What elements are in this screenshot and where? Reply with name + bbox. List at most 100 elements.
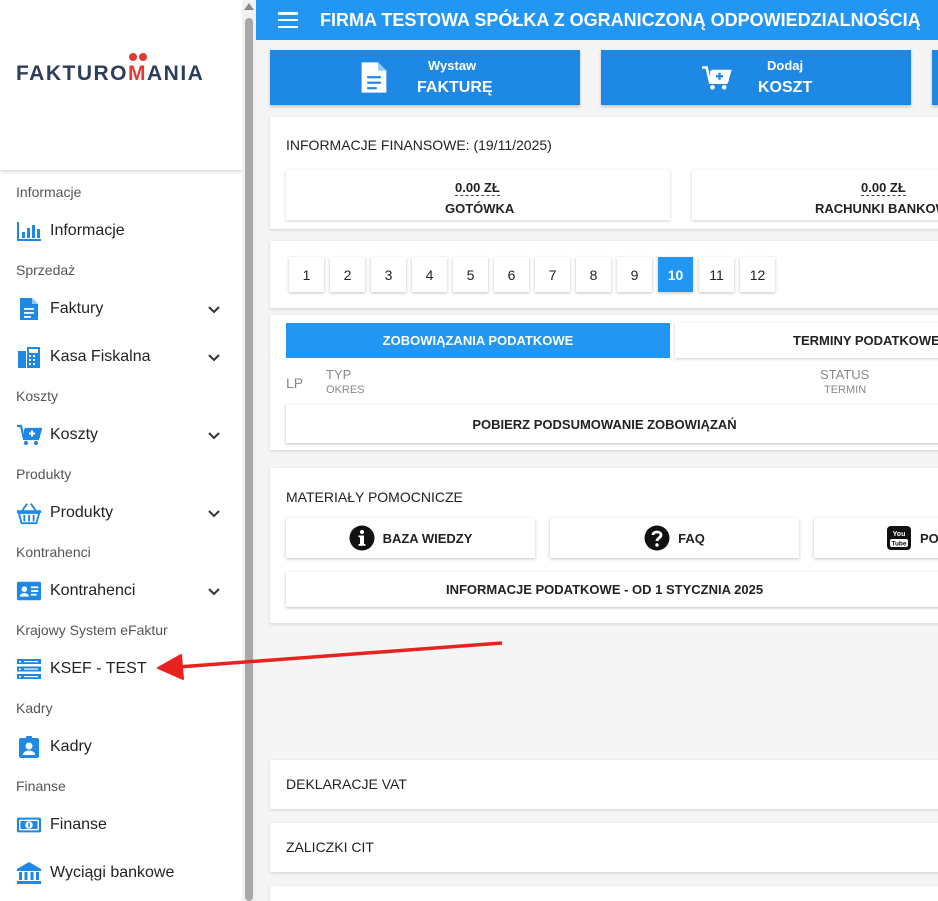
- month-button[interactable]: 3: [371, 257, 406, 292]
- youtube-icon: You Tube: [886, 525, 912, 551]
- knowledge-base-button[interactable]: BAZA WIEDZY: [286, 518, 535, 558]
- issue-invoice-button[interactable]: Wystaw FAKTURĘ: [270, 50, 580, 105]
- sidebar-item-produkty[interactable]: Produkty: [16, 496, 228, 530]
- chevron-down-icon[interactable]: [206, 427, 222, 443]
- sidebar-item-kadry[interactable]: Kadry: [16, 730, 228, 764]
- add-cost-button[interactable]: Dodaj KOSZT: [601, 50, 911, 105]
- add-cost-line1: Dodaj: [767, 58, 804, 73]
- bank-accounts-tile[interactable]: 0.00 ZŁ RACHUNKI BANKOW: [692, 170, 938, 220]
- month-button[interactable]: 1: [289, 257, 324, 292]
- bank-amount: 0.00 ZŁ: [861, 180, 906, 196]
- help-materials-card: MATERIAŁY POMOCNICZE BAZA WIEDZY FAQ You…: [270, 468, 938, 623]
- sidebar-item-label: KSEF - TEST: [50, 660, 147, 677]
- sidebar-item-label: Kasa Fiskalna: [50, 348, 151, 365]
- scroll-up-arrow-icon[interactable]: [244, 3, 254, 10]
- sidebar-item-kontrahenci[interactable]: Kontrahenci: [16, 574, 228, 608]
- person-badge-icon: [16, 734, 42, 760]
- document-icon: [16, 296, 42, 322]
- sidebar-item-finanse[interactable]: Finanse: [16, 808, 228, 842]
- vat-declarations-accordion[interactable]: DEKLARACJE VAT: [270, 760, 938, 809]
- logo-dot-icon: [129, 53, 137, 61]
- section-title-produkty: Produkty: [16, 466, 72, 482]
- section-title-kontrahenci: Kontrahenci: [16, 544, 91, 560]
- sidebar-item-label: Koszty: [50, 426, 99, 443]
- sidebar-item-koszty[interactable]: Koszty: [16, 418, 228, 452]
- sidebar-item-label: Wyciągi bankowe: [50, 864, 175, 881]
- cash-amount: 0.00 ZŁ: [455, 180, 500, 196]
- cit-advances-accordion[interactable]: ZALICZKI CIT: [270, 823, 938, 872]
- bar-chart-icon: [16, 218, 42, 244]
- svg-text:You: You: [893, 531, 906, 538]
- info-icon: [349, 525, 375, 551]
- section-title-finanse: Finanse: [16, 778, 66, 794]
- hamburger-menu-icon[interactable]: [278, 12, 298, 28]
- column-header-status: STATUS: [820, 367, 870, 382]
- logo-m: M: [128, 53, 147, 86]
- month-button[interactable]: 6: [494, 257, 529, 292]
- youtube-button[interactable]: You Tube PO: [814, 518, 938, 558]
- sidebar-item-ksef[interactable]: KSEF - TEST: [16, 652, 228, 686]
- section-title-koszty: Koszty: [16, 388, 59, 404]
- sidebar-item-label: Kontrahenci: [50, 582, 136, 599]
- sidebar-item-wyciagi[interactable]: Wyciągi bankowe: [16, 856, 228, 890]
- chevron-down-icon[interactable]: [206, 301, 222, 317]
- cash-label: GOTÓWKA: [445, 201, 515, 216]
- sidebar-scrollbar-thumb[interactable]: [245, 18, 253, 901]
- knowledge-base-label: BAZA WIEDZY: [382, 530, 473, 546]
- month-button[interactable]: 5: [453, 257, 488, 292]
- sidebar-item-kasa-fiskalna[interactable]: Kasa Fiskalna: [16, 340, 228, 374]
- issue-invoice-line2: FAKTURĘ: [417, 79, 493, 96]
- month-button[interactable]: 11: [699, 257, 734, 292]
- youtube-label: PO: [920, 530, 938, 546]
- sidebar: FAKTURO MANIA Informacje Informacje Sprze…: [0, 0, 242, 901]
- logo-text-left: FAKTURO: [16, 62, 128, 85]
- sidebar-item-faktury[interactable]: Faktury: [16, 292, 228, 326]
- fetch-obligations-summary-button[interactable]: POBIERZ PODSUMOWANIE ZOBOWIĄZAŃ: [286, 405, 938, 443]
- cash-tile[interactable]: 0.00 ZŁ GOTÓWKA: [286, 170, 670, 220]
- month-selector-card: 1 2 3 4 5 6 7 8 9 10 11 12: [270, 241, 938, 308]
- document-icon: [361, 62, 387, 93]
- tab-tax-deadlines[interactable]: TERMINY PODATKOWE: [675, 323, 938, 358]
- question-icon: [644, 525, 670, 551]
- add-cost-line2: KOSZT: [758, 79, 813, 96]
- issue-invoice-line1: Wystaw: [428, 58, 477, 73]
- company-name: FIRMA TESTOWA SPÓŁKA Z OGRANICZONĄ ODPOW…: [320, 9, 921, 30]
- fakturomania-logo[interactable]: FAKTURO MANIA: [16, 53, 204, 86]
- month-button[interactable]: 4: [412, 257, 447, 292]
- chevron-down-icon[interactable]: [206, 583, 222, 599]
- chevron-down-icon[interactable]: [206, 505, 222, 521]
- month-button[interactable]: 9: [617, 257, 652, 292]
- section-title-sprzedaz: Sprzedaż: [16, 262, 76, 278]
- contact-card-icon: [16, 578, 42, 604]
- main-content: Wystaw FAKTURĘ Dodaj KOSZT INFORMACJE FI…: [256, 40, 938, 901]
- tax-info-2025-button[interactable]: INFORMACJE PODATKOWE - OD 1 STYCZNIA 202…: [286, 572, 938, 607]
- column-header-type: TYP: [326, 367, 352, 382]
- month-button[interactable]: 8: [576, 257, 611, 292]
- vat-declarations-title: DEKLARACJE VAT: [286, 776, 407, 792]
- faq-label: FAQ: [678, 530, 705, 546]
- sidebar-item-label: Kadry: [50, 738, 92, 755]
- finance-info-title: INFORMACJE FINANSOWE: (19/11/2025): [286, 137, 552, 153]
- cash-register-icon: [16, 344, 42, 370]
- chevron-down-icon[interactable]: [206, 349, 222, 365]
- month-button-active[interactable]: 10: [658, 257, 693, 292]
- logo-area: FAKTURO MANIA: [0, 0, 242, 170]
- cart-plus-icon: [702, 66, 732, 90]
- sidebar-item-label: Finanse: [50, 816, 107, 833]
- column-header-lp: LP: [286, 375, 304, 391]
- logo-dot-icon: [139, 53, 147, 61]
- faq-button[interactable]: FAQ: [550, 518, 799, 558]
- sidebar-item-label: Produkty: [50, 504, 114, 521]
- tab-tax-obligations[interactable]: ZOBOWIĄZANIA PODATKOWE: [286, 323, 670, 358]
- month-button[interactable]: 12: [740, 257, 775, 292]
- cit-advances-title: ZALICZKI CIT: [286, 839, 374, 855]
- sidebar-item-label: Faktury: [50, 300, 104, 317]
- month-button[interactable]: 2: [330, 257, 365, 292]
- partial-action-button[interactable]: [932, 50, 938, 105]
- finance-info-card: INFORMACJE FINANSOWE: (19/11/2025) 0.00 …: [270, 117, 938, 229]
- basket-icon: [16, 500, 42, 526]
- sidebar-item-informacje[interactable]: Informacje: [16, 214, 228, 248]
- next-accordion[interactable]: [270, 886, 938, 901]
- bank-label: RACHUNKI BANKOW: [815, 201, 938, 216]
- month-button[interactable]: 7: [535, 257, 570, 292]
